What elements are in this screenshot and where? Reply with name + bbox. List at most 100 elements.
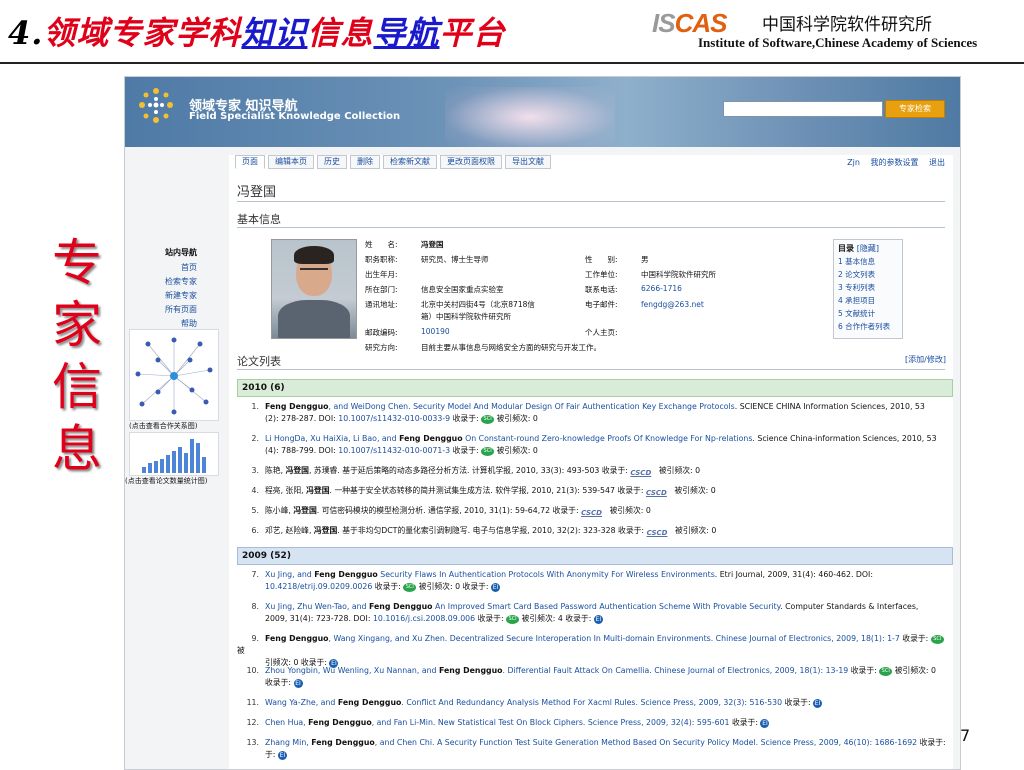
stats-chart-caption[interactable]: (点击查看论文数量统计图) bbox=[125, 476, 207, 486]
toc-item[interactable]: 5 文献统计 bbox=[838, 308, 898, 319]
doi-link[interactable]: 10.1016/j.csi.2008.09.006 bbox=[373, 614, 475, 623]
side-char: 专 bbox=[52, 234, 102, 292]
settings-link[interactable]: 我的参数设置 bbox=[870, 158, 918, 167]
user-links: Zjn 我的参数设置 退出 bbox=[839, 157, 945, 168]
tab-edit[interactable]: 编辑本页 bbox=[268, 155, 314, 169]
ei-badge-icon: EI bbox=[277, 750, 287, 760]
main-content: 页面 编辑本页 历史 删除 检索新文献 更改页面权限 导出文献 Zjn 我的参数… bbox=[229, 155, 953, 769]
value-zipcode: 100190 bbox=[421, 327, 450, 336]
page-number: 7 bbox=[960, 726, 971, 745]
doi-link[interactable]: 10.1007/s11432-010-0071-3 bbox=[338, 446, 450, 455]
banner-hands-graphic bbox=[445, 87, 615, 147]
paper-title[interactable]: A Security Function Test Suite Generatio… bbox=[437, 738, 917, 747]
paper-item: 9. Feng Dengguo, Wang Xingang, and Xu Zhe… bbox=[237, 633, 949, 669]
paper-item: 12. Chen Hua, Feng Dengguo, and Fan Li-Mi… bbox=[246, 718, 770, 728]
sci-badge-icon: SCI bbox=[506, 614, 520, 624]
value-address-line1: 北京中关村四街4号（北京8718信 bbox=[421, 300, 535, 309]
toc-item[interactable]: 3 专利列表 bbox=[838, 282, 898, 293]
expert-search-button[interactable]: 专家检索 bbox=[885, 100, 945, 118]
sci-badge-icon: SCI bbox=[879, 666, 893, 676]
paper-title-link[interactable]: Security Model And Modular Design Of Fai… bbox=[413, 402, 735, 411]
toc-hide-link[interactable]: [隐藏] bbox=[857, 244, 879, 253]
doi-link[interactable]: 10.4218/etrij.09.0209.0026 bbox=[265, 582, 372, 591]
paper-title-link[interactable]: On Constant-round Zero-knowledge Proofs … bbox=[465, 434, 752, 443]
paper-title[interactable]: New Statistical Test On Block Ciphers. S… bbox=[438, 718, 730, 727]
paper-item: 1. Feng Dengguo, and WeiDong Chen. Securi… bbox=[251, 402, 925, 424]
paper-title-link[interactable]: Security Flaws In Authentication Protoco… bbox=[380, 570, 715, 579]
tab-export[interactable]: 导出文献 bbox=[505, 155, 551, 169]
title-part: 领域专家学科 bbox=[43, 14, 242, 52]
site-banner: 领域专家 知识导航 Field Specialist Knowledge Col… bbox=[125, 77, 960, 147]
tab-search-new-papers[interactable]: 检索新文献 bbox=[383, 155, 437, 169]
nav-item-search-experts[interactable]: 检索专家 bbox=[133, 276, 197, 287]
logo-cn-name: 中国科学院软件研究所 bbox=[762, 15, 932, 35]
nav-item-new-expert[interactable]: 新建专家 bbox=[133, 290, 197, 301]
cscd-badge-icon: CSCD bbox=[646, 528, 668, 537]
paper-item: 4. 程亮, 张阳, 冯登国. 一种基于安全状态转移的简并测试集生成方法. 软件学… bbox=[251, 486, 716, 497]
tab-delete[interactable]: 删除 bbox=[350, 155, 380, 169]
toc-item[interactable]: 2 论文列表 bbox=[838, 269, 898, 280]
divider bbox=[237, 227, 945, 228]
title-part: 知识 bbox=[241, 14, 308, 52]
label-phone: 联系电话: bbox=[585, 285, 618, 294]
user-link[interactable]: Zjn bbox=[847, 158, 860, 167]
expert-photo bbox=[271, 239, 357, 339]
nav-item-home[interactable]: 首页 bbox=[133, 262, 197, 273]
tab-page[interactable]: 页面 bbox=[235, 155, 265, 169]
paper-title[interactable]: . 基于非均匀DCT的量化索引调制隐写. 电子与信息学报, 2010, 32(2… bbox=[337, 526, 615, 535]
toc-item[interactable]: 6 合作作者列表 bbox=[838, 321, 898, 332]
ei-badge-icon: EI bbox=[813, 698, 823, 708]
side-char: 家 bbox=[52, 296, 102, 354]
toc-item[interactable]: 4 承担项目 bbox=[838, 295, 898, 306]
label-research: 研究方向: bbox=[365, 343, 398, 352]
logout-link[interactable]: 退出 bbox=[929, 158, 945, 167]
label-address: 通讯地址: bbox=[365, 300, 398, 309]
web-page-screenshot: 领域专家 知识导航 Field Specialist Knowledge Col… bbox=[124, 76, 961, 770]
ei-badge-icon: EI bbox=[760, 718, 770, 728]
paper-title[interactable]: . 一种基于安全状态转移的简并测试集生成方法. 软件学报, 2010, 21(3… bbox=[330, 486, 615, 495]
paper-item: 13. Zhang Min, Feng Dengguo, and Chen Chi… bbox=[246, 738, 946, 760]
table-of-contents: 目录 [隐藏] 1 基本信息 2 论文列表 3 专利列表 4 承担项目 5 文献… bbox=[833, 239, 903, 339]
paper-title[interactable]: . 基于延后策略的动态多路径分析方法. 计算机学报, 2010, 33(3): … bbox=[337, 466, 599, 475]
nav-item-all-pages[interactable]: 所有页面 bbox=[133, 304, 197, 315]
paper-item: 8. Xu Jing, Zhu Wen-Tao, and Feng Dengguo… bbox=[251, 602, 919, 624]
value-email[interactable]: fengdg@263.net bbox=[641, 300, 704, 309]
tab-permissions[interactable]: 更改页面权限 bbox=[440, 155, 502, 169]
paper-title-link[interactable]: An Improved Smart Card Based Password Au… bbox=[435, 602, 780, 611]
paper-item: 11. Wang Ya-Zhe, and Feng Dengguo. Confli… bbox=[246, 698, 823, 708]
paper-item: 3. 陈艳, 冯登国, 苏璞睿. 基于延后策略的动态多路径分析方法. 计算机学报,… bbox=[251, 466, 701, 477]
site-navigation: 站内导航 首页 检索专家 新建专家 所有页面 帮助 bbox=[133, 247, 221, 332]
coauthor-graph-caption[interactable]: (点击查看合作关系图) bbox=[129, 421, 197, 431]
expert-search-input[interactable] bbox=[723, 101, 883, 117]
label-employer: 工作单位: bbox=[585, 270, 618, 279]
value-gender: 男 bbox=[641, 255, 649, 264]
tab-history[interactable]: 历史 bbox=[317, 155, 347, 169]
ei-badge-icon: EI bbox=[593, 614, 603, 624]
sci-badge-icon: SCI bbox=[930, 634, 944, 644]
value-name: 冯登国 bbox=[421, 240, 444, 249]
doi-link[interactable]: 10.1007/s11432-010-0033-9 bbox=[338, 414, 450, 423]
coauthor-network-graph[interactable] bbox=[129, 329, 219, 421]
nav-title: 站内导航 bbox=[165, 248, 197, 257]
sci-badge-icon: SCI bbox=[481, 414, 495, 424]
year-group-2010[interactable]: 2010 (6) bbox=[237, 379, 953, 397]
slide-number: 4. bbox=[8, 14, 44, 52]
publication-stats-chart[interactable] bbox=[129, 432, 219, 476]
paper-title[interactable]: Decentralized Secure Interoperation In M… bbox=[450, 634, 900, 643]
slide-title: 4.领域专家学科知识信息导航平台 bbox=[8, 8, 505, 54]
year-group-2009[interactable]: 2009 (52) bbox=[237, 547, 953, 565]
site-logo-icon bbox=[139, 88, 173, 123]
side-char: 信 bbox=[52, 358, 102, 416]
paper-title[interactable]: . 可信密码模块的模型检测分析. 通信学报, 2010, 31(1): 59-6… bbox=[317, 506, 550, 515]
paper-title[interactable]: . Conflict And Redundancy Analysis Metho… bbox=[401, 698, 782, 707]
paper-item: 6. 邓艺, 赵险峰, 冯登国. 基于非均匀DCT的量化索引调制隐写. 电子与信息… bbox=[251, 526, 717, 537]
toc-item[interactable]: 1 基本信息 bbox=[838, 256, 898, 267]
nav-item-help[interactable]: 帮助 bbox=[133, 318, 197, 329]
ei-badge-icon: EI bbox=[491, 582, 501, 592]
logo-en-name: Institute of Software,Chinese Academy of… bbox=[698, 35, 978, 50]
cscd-badge-icon: CSCD bbox=[581, 508, 602, 517]
label-gender: 性 别: bbox=[585, 255, 618, 264]
page-title: 冯登国 bbox=[237, 185, 277, 200]
add-edit-link[interactable]: [添加/修改] bbox=[905, 354, 946, 365]
paper-title[interactable]: . Differential Fault Attack On Camellia.… bbox=[503, 666, 849, 675]
